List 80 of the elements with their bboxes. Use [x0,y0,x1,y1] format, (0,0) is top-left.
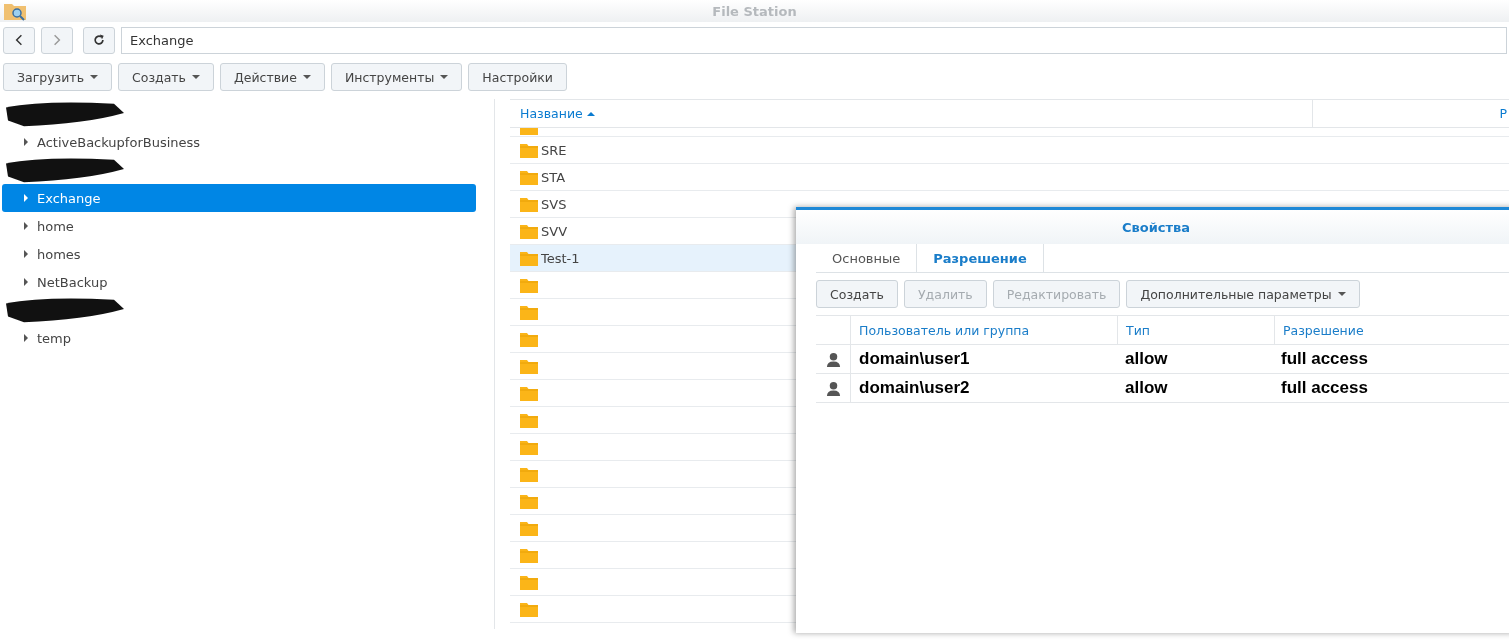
file-row[interactable]: SRE [510,137,1509,164]
folder-icon [520,358,538,374]
forward-icon [53,34,61,46]
toolbar-button[interactable]: Инструменты [330,63,463,91]
table-cell-text: full access [1280,378,1369,398]
folder-tree-item[interactable]: NetBackup [2,268,476,296]
folder-tree-item[interactable]: ActiveBackupforBusiness [2,128,476,156]
window-title: File Station [712,3,797,19]
folder-name: ActiveBackupforBusiness [37,134,201,150]
file-station-icon [3,1,27,21]
folder-icon [520,331,538,347]
toolbar-button[interactable]: Действие [220,63,325,91]
folder-tree-item[interactable]: homes [2,240,476,268]
caret-icon [1337,292,1346,296]
dialog-button[interactable]: Создать [816,280,898,308]
folder-icon [520,385,538,401]
caret-icon [90,75,98,79]
folder-icon [520,574,538,590]
file-name: Test-1 [541,250,580,266]
folder-icon [520,223,538,239]
column-header[interactable]: Разрешение [1275,322,1509,338]
folder-name: Exchange [37,190,101,206]
folder-name: NetBackup [37,274,108,290]
table-cell-text: domain\user1 [858,349,971,369]
expand-icon [24,222,28,230]
file-name: SRE [541,142,567,158]
tab[interactable]: Основные [816,244,918,272]
caret-icon [302,75,311,79]
folder-icon [520,520,538,536]
folder-icon [520,412,538,428]
expand-icon [24,250,28,258]
user-icon [825,351,841,367]
column-header[interactable]: Тип [1118,316,1275,344]
dialog-button[interactable]: Дополнительные параметры [1126,280,1360,308]
table-cell-text: allow [1124,349,1169,369]
caret-icon [440,75,449,79]
file-name: STA [541,169,566,185]
folder-tree-item[interactable]: temp [2,324,476,352]
expand-icon [24,138,28,146]
file-name: SVV [541,223,568,239]
toolbar-button[interactable]: Создать [118,63,214,91]
table-cell-text: domain\user2 [858,378,971,398]
column-header[interactable]: Название [510,100,1313,127]
folder-icon [520,169,538,185]
folder-icon [520,547,538,563]
folder-icon [520,142,538,158]
dialog-title: Свойства [796,210,1509,244]
folder-icon [520,196,538,212]
folder-name: home [37,218,74,234]
folder-name: homes [37,246,81,262]
refresh-button[interactable] [83,26,115,54]
folder-icon [520,128,538,136]
file-name: SVS [541,196,567,212]
expand-icon [24,334,28,342]
folder-icon [520,601,538,617]
column-header[interactable]: Пользователь или группа [851,316,1118,344]
table-cell-text: full access [1280,349,1369,369]
tab[interactable]: Разрешение [917,244,1044,272]
user-icon [825,380,841,396]
refresh-icon [93,34,105,46]
expand-icon [24,194,28,202]
back-icon [15,34,23,46]
folder-icon [520,493,538,509]
table-cell-text: allow [1124,378,1169,398]
folder-icon [520,439,538,455]
toolbar-button[interactable]: Настройки [468,63,567,91]
caret-icon [192,75,200,79]
folder-icon [520,277,538,293]
folder-icon [520,466,538,482]
back-button[interactable] [3,26,35,54]
folder-tree-item[interactable]: home [2,212,476,240]
toolbar-button[interactable]: Загрузить [3,63,112,91]
file-row[interactable]: STA [510,164,1509,191]
folder-icon [520,250,538,266]
folder-tree-item[interactable]: Exchange [2,184,476,212]
path-field[interactable]: Exchange [121,26,1507,54]
folder-icon [520,304,538,320]
column-header[interactable]: Р [1499,106,1509,121]
expand-icon [24,278,28,286]
folder-name: temp [37,330,71,346]
